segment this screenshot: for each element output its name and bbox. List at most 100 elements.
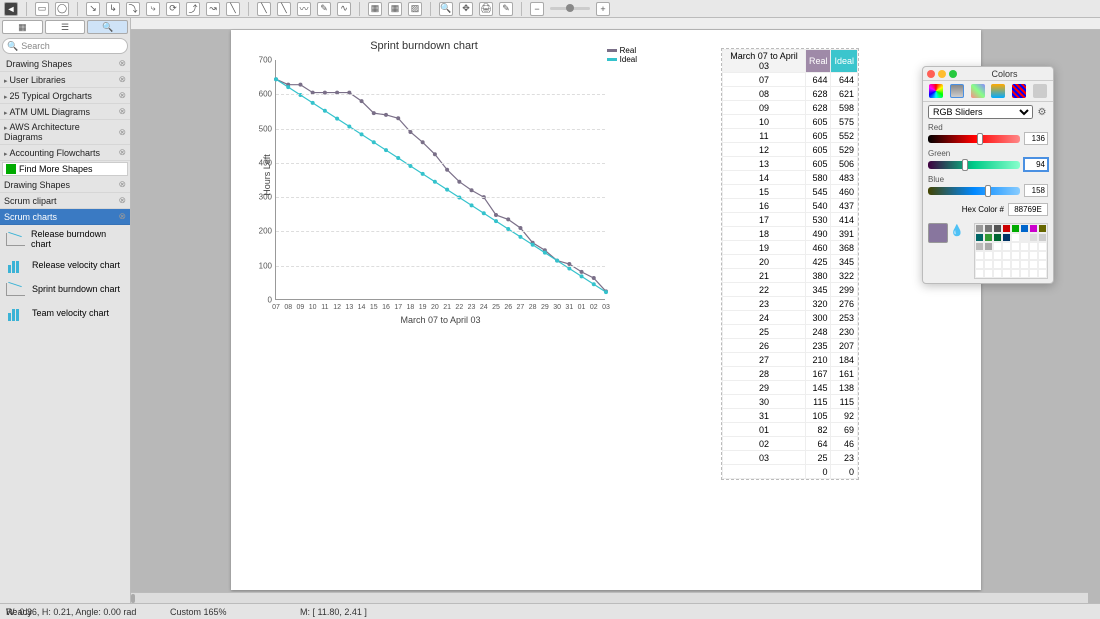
palette-cell[interactable]	[993, 224, 1002, 233]
red-slider[interactable]	[928, 135, 1020, 143]
eyedropper-icon[interactable]: 💧	[950, 223, 964, 237]
palette-cell[interactable]	[1011, 233, 1020, 242]
palette-cell[interactable]	[1038, 251, 1047, 260]
palette-cell[interactable]	[1029, 224, 1038, 233]
sidebar-group[interactable]: ▸25 Typical Orgcharts⊗	[0, 88, 130, 104]
slider-mode-select[interactable]: RGB Sliders	[928, 105, 1033, 119]
palette-cell[interactable]	[1038, 233, 1047, 242]
palette-cell[interactable]	[993, 242, 1002, 251]
sidebar-library[interactable]: Drawing Shapes⊗	[0, 177, 130, 193]
tool-connector-4[interactable]: ⤷	[146, 2, 160, 16]
tool-pan[interactable]: ✥	[459, 2, 473, 16]
tool-select[interactable]: ◄	[4, 2, 18, 16]
tab-spectrum[interactable]	[991, 84, 1005, 98]
sidebar-group[interactable]: ▸User Libraries⊗	[0, 72, 130, 88]
tool-group-2[interactable]: ▦	[388, 2, 402, 16]
palette-cell[interactable]	[984, 233, 993, 242]
palette-cell[interactable]	[984, 224, 993, 233]
sidebar-library[interactable]: Scrum charts⊗	[0, 209, 130, 225]
palette-cell[interactable]	[1020, 233, 1029, 242]
hex-input[interactable]	[1008, 203, 1048, 216]
tab-pencils[interactable]	[1033, 84, 1047, 98]
color-palette-grid[interactable]	[974, 223, 1048, 279]
palette-cell[interactable]	[975, 224, 984, 233]
palette-cell[interactable]	[993, 251, 1002, 260]
green-slider[interactable]	[928, 161, 1020, 169]
tool-connector-5[interactable]: ⟳	[166, 2, 180, 16]
palette-cell[interactable]	[993, 269, 1002, 278]
palette-cell[interactable]	[1029, 269, 1038, 278]
palette-cell[interactable]	[1038, 260, 1047, 269]
palette-cell[interactable]	[975, 233, 984, 242]
tool-zoom[interactable]: 🔍	[439, 2, 453, 16]
shape-item[interactable]: Sprint burndown chart	[0, 277, 130, 301]
palette-cell[interactable]	[975, 251, 984, 260]
palette-cell[interactable]	[1002, 233, 1011, 242]
gear-icon[interactable]: ⚙	[1036, 106, 1048, 118]
tool-connector-1[interactable]: ↘	[86, 2, 100, 16]
tool-rect[interactable]: ▭	[35, 2, 49, 16]
tool-connector-8[interactable]: ╲	[226, 2, 240, 16]
tool-connector-2[interactable]: ↳	[106, 2, 120, 16]
palette-cell[interactable]	[1011, 269, 1020, 278]
palette-cell[interactable]	[1038, 269, 1047, 278]
sidebar-library[interactable]: Scrum clipart⊗	[0, 193, 130, 209]
palette-cell[interactable]	[1011, 251, 1020, 260]
palette-cell[interactable]	[984, 242, 993, 251]
green-value-input[interactable]	[1024, 158, 1048, 171]
tab-palette[interactable]	[971, 84, 985, 98]
palette-cell[interactable]	[1038, 242, 1047, 251]
palette-cell[interactable]	[1020, 260, 1029, 269]
sidebar-view-grid[interactable]: ▦	[2, 20, 43, 34]
palette-cell[interactable]	[1020, 269, 1029, 278]
sidebar-view-search[interactable]: 🔍	[87, 20, 128, 34]
colors-titlebar[interactable]: Colors	[923, 67, 1053, 81]
sidebar-view-list[interactable]: ☰	[45, 20, 86, 34]
zoom-slider[interactable]	[550, 7, 590, 10]
tool-print[interactable]: 🖨	[479, 2, 493, 16]
palette-cell[interactable]	[993, 233, 1002, 242]
shape-item[interactable]: Team velocity chart	[0, 301, 130, 325]
palette-cell[interactable]	[1011, 224, 1020, 233]
tab-crayons[interactable]	[1012, 84, 1026, 98]
tool-ellipse[interactable]: ◯	[55, 2, 69, 16]
window-close[interactable]	[927, 70, 935, 78]
tool-freehand[interactable]: ✎	[317, 2, 331, 16]
tool-curve[interactable]: 〰	[297, 2, 311, 16]
palette-cell[interactable]	[1020, 251, 1029, 260]
tool-connector-6[interactable]: ⤴	[186, 2, 200, 16]
sidebar-group[interactable]: ▸AWS Architecture Diagrams⊗	[0, 120, 130, 145]
sidebar-group[interactable]: ▸ATM UML Diagrams⊗	[0, 104, 130, 120]
palette-cell[interactable]	[1002, 269, 1011, 278]
zoom-readout[interactable]: Custom 165%	[170, 607, 227, 617]
sidebar-group[interactable]: ▸Accounting Flowcharts⊗	[0, 145, 130, 161]
palette-cell[interactable]	[1029, 251, 1038, 260]
tool-edit[interactable]: ✎	[499, 2, 513, 16]
zoom-in[interactable]: +	[596, 2, 610, 16]
palette-cell[interactable]	[1020, 224, 1029, 233]
shape-item[interactable]: Release velocity chart	[0, 253, 130, 277]
blue-slider[interactable]	[928, 187, 1020, 195]
sidebar-search[interactable]: 🔍 Search	[2, 38, 128, 54]
palette-cell[interactable]	[984, 260, 993, 269]
tool-group-3[interactable]: ▨	[408, 2, 422, 16]
tool-line[interactable]: ╲	[257, 2, 271, 16]
tab-wheel[interactable]	[929, 84, 943, 98]
palette-cell[interactable]	[1011, 242, 1020, 251]
zoom-out[interactable]: −	[530, 2, 544, 16]
tool-connector-7[interactable]: ↝	[206, 2, 220, 16]
palette-cell[interactable]	[993, 260, 1002, 269]
window-minimize[interactable]	[938, 70, 946, 78]
tool-spline[interactable]: ∿	[337, 2, 351, 16]
tab-sliders[interactable]	[950, 84, 964, 98]
palette-cell[interactable]	[1002, 242, 1011, 251]
palette-cell[interactable]	[984, 269, 993, 278]
blue-value-input[interactable]	[1024, 184, 1048, 197]
palette-cell[interactable]	[1029, 233, 1038, 242]
tool-connector-3[interactable]: ⤵	[126, 2, 140, 16]
palette-cell[interactable]	[1038, 224, 1047, 233]
palette-cell[interactable]	[1029, 242, 1038, 251]
palette-cell[interactable]	[1020, 242, 1029, 251]
palette-cell[interactable]	[975, 260, 984, 269]
horizontal-scrollbar[interactable]	[131, 592, 1088, 603]
